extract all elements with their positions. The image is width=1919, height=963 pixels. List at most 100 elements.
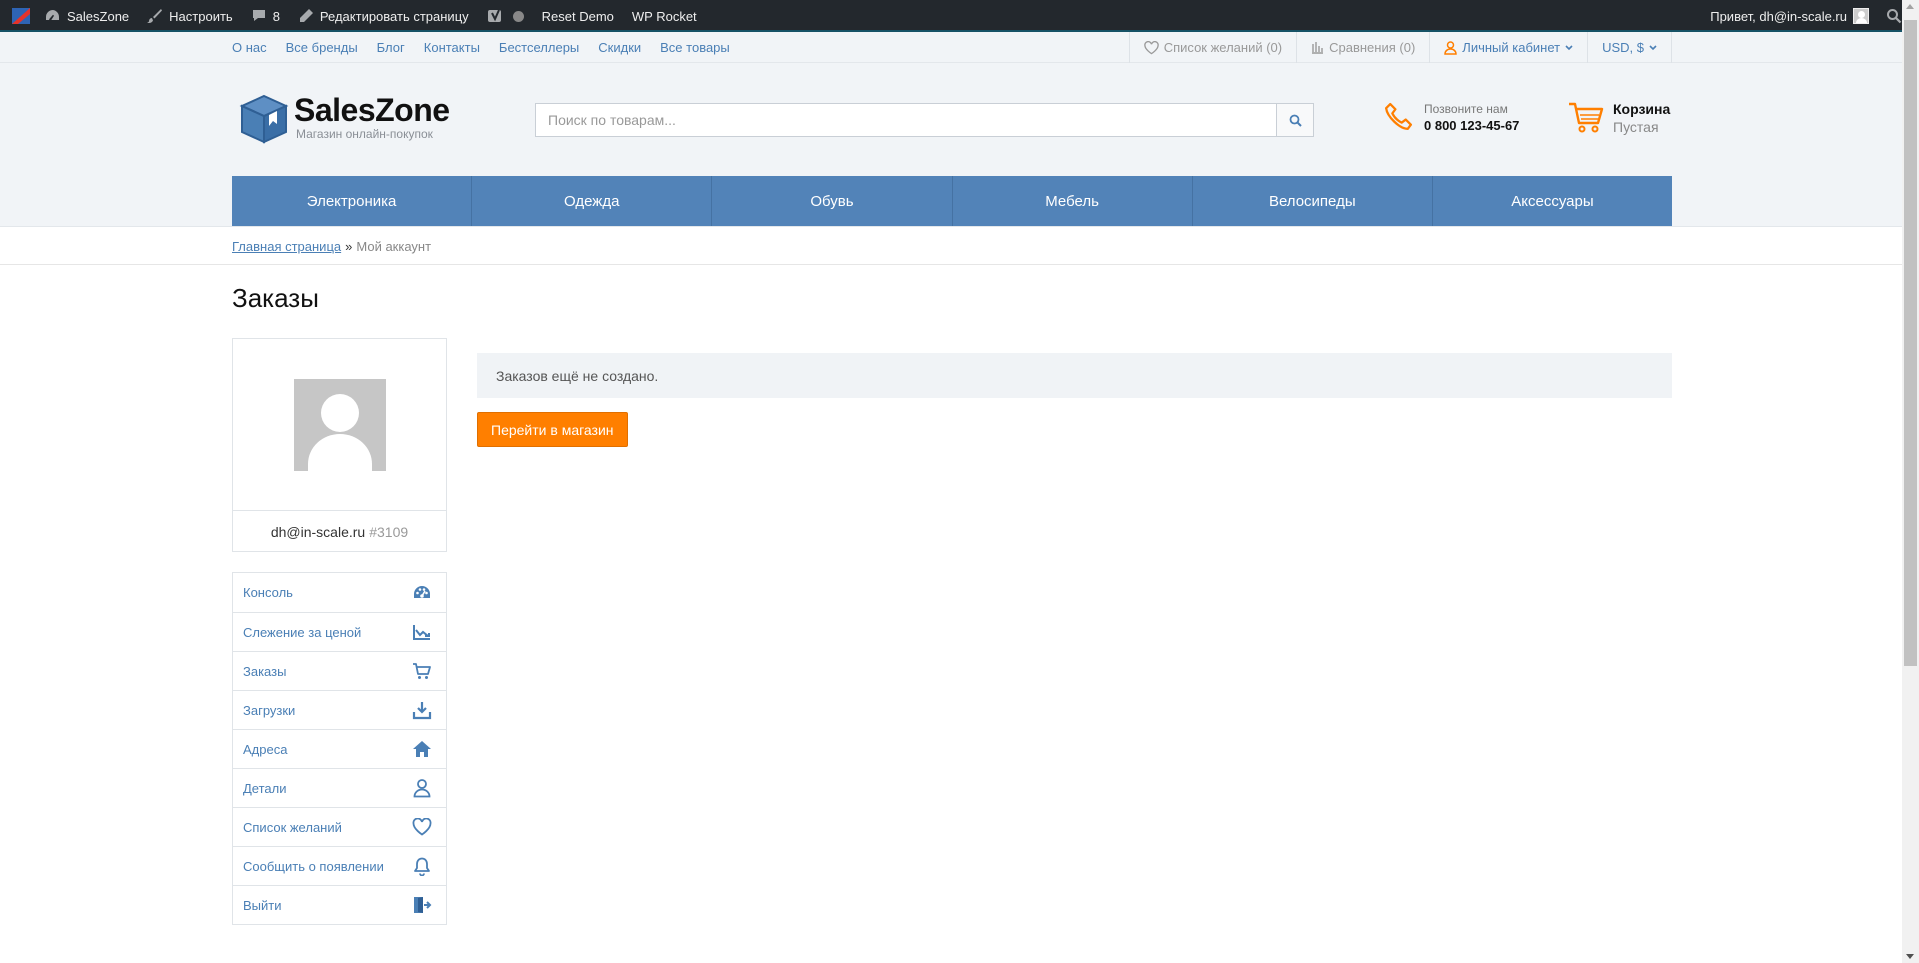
phone-block[interactable]: Позвоните нам 0 800 123-45-67 xyxy=(1382,101,1519,134)
category-electronics[interactable]: Электроника xyxy=(232,176,471,226)
menu-item-label: Детали xyxy=(243,780,287,796)
menu-item-label: Консоль xyxy=(243,585,293,600)
scrollbar-thumb[interactable] xyxy=(1904,20,1917,666)
menu-item-details[interactable]: Детали xyxy=(233,768,446,807)
search-input[interactable] xyxy=(535,103,1276,137)
menu-item-dashboard[interactable]: Консоль xyxy=(233,573,446,612)
admin-avatar-icon xyxy=(1853,8,1869,24)
wp-rocket-label: WP Rocket xyxy=(631,8,697,24)
menu-item-label: Список желаний xyxy=(243,819,342,835)
cart-block[interactable]: Корзина Пустая xyxy=(1568,101,1670,135)
customize-label: Настроить xyxy=(169,8,233,24)
no-orders-notice: Заказов ещё не создано. xyxy=(477,353,1672,398)
account-label: Личный кабинет xyxy=(1462,40,1561,55)
menu-item-label: Адреса xyxy=(243,741,288,757)
menu-item-label: Заказы xyxy=(243,663,287,679)
top-link-contacts[interactable]: Контакты xyxy=(424,40,480,55)
logout-icon xyxy=(414,897,432,913)
site-header: SalesZone Магазин онлайн-покупок Позвони… xyxy=(0,63,1919,227)
breadcrumb-current: Мой аккаунт xyxy=(356,238,432,254)
top-link-all-products[interactable]: Все товары xyxy=(660,40,730,55)
menu-item-wishlist[interactable]: Список желаний xyxy=(233,807,446,846)
scroll-up-arrow-icon[interactable] xyxy=(1906,4,1914,9)
currency-label: USD, $ xyxy=(1602,40,1644,55)
search-button[interactable] xyxy=(1276,103,1314,137)
top-link-about[interactable]: О нас xyxy=(232,40,267,55)
menu-item-orders[interactable]: Заказы xyxy=(233,651,446,690)
top-link-discounts[interactable]: Скидки xyxy=(598,40,641,55)
profile-info: dh@in-scale.ru #3109 xyxy=(233,510,446,552)
breadcrumb-separator: » xyxy=(345,238,353,254)
menu-item-downloads[interactable]: Загрузки xyxy=(233,690,446,729)
brush-icon xyxy=(147,9,163,23)
cart-title: Корзина xyxy=(1613,101,1671,117)
comments-link[interactable]: 8 xyxy=(242,0,289,32)
cart-icon xyxy=(413,663,431,679)
category-clothing[interactable]: Одежда xyxy=(471,176,711,226)
scrollbar[interactable] xyxy=(1902,0,1919,963)
profile-user-id: #3109 xyxy=(369,523,409,540)
wp-rocket-link[interactable]: WP Rocket xyxy=(623,0,706,32)
account-dropdown[interactable]: Личный кабинет xyxy=(1429,32,1587,63)
go-to-shop-button[interactable]: Перейти в магазин xyxy=(477,412,628,447)
cart-icon xyxy=(1569,102,1604,133)
compare-link[interactable]: Сравнения (0) xyxy=(1296,32,1429,63)
yoast-seo-link[interactable] xyxy=(478,0,533,32)
top-link-bestsellers[interactable]: Бестселлеры xyxy=(499,40,579,55)
search-form xyxy=(535,103,1314,137)
menu-item-addresses[interactable]: Адреса xyxy=(233,729,446,768)
pencil-icon xyxy=(299,9,313,22)
user-outline-icon xyxy=(1444,40,1458,55)
menu-item-price-tracking[interactable]: Слежение за ценой xyxy=(233,612,446,651)
wishlist-link[interactable]: Список желаний (0) xyxy=(1128,32,1296,63)
menu-item-label: Слежение за ценой xyxy=(243,624,362,640)
category-furniture[interactable]: Мебель xyxy=(951,176,1192,226)
customize-link[interactable]: Настроить xyxy=(138,0,242,32)
search-icon xyxy=(1289,114,1302,127)
site-name-link[interactable]: SalesZone xyxy=(36,0,138,32)
menu-item-logout[interactable]: Выйти xyxy=(233,885,446,924)
phone-label: Позвоните нам xyxy=(1424,102,1508,116)
top-link-blog[interactable]: Блог xyxy=(377,40,405,55)
comments-count: 8 xyxy=(272,8,280,24)
profile-email: dh@in-scale.ru xyxy=(270,523,366,540)
comment-icon xyxy=(252,10,265,21)
scroll-down-arrow-icon[interactable] xyxy=(1906,954,1914,959)
account-navigation: Консоль Слежение за ценой Заказы Загрузк… xyxy=(232,572,447,925)
top-links-bar: О нас Все бренды Блог Контакты Бестселле… xyxy=(0,32,1919,63)
bar-chart-icon xyxy=(1312,42,1324,54)
page-title: Заказы xyxy=(232,283,319,313)
breadcrumb-home-link[interactable]: Главная страница xyxy=(232,239,341,254)
phone-number: 0 800 123-45-67 xyxy=(1424,118,1520,133)
my-account-link[interactable]: Привет, dh@in-scale.ru xyxy=(1701,0,1878,32)
menu-item-label: Загрузки xyxy=(243,702,296,718)
breadcrumb: Главная страница » Мой аккаунт xyxy=(0,227,1919,265)
category-accessories[interactable]: Аксессуары xyxy=(1431,176,1672,226)
cart-status: Пустая xyxy=(1613,119,1659,135)
dashboard-icon xyxy=(46,10,60,20)
dashboard-icon xyxy=(414,585,430,598)
wishlist-label: Список желаний (0) xyxy=(1163,40,1283,55)
top-link-brands[interactable]: Все бренды xyxy=(286,40,358,55)
wordpress-logo-icon[interactable] xyxy=(6,0,36,32)
category-bicycles[interactable]: Велосипеды xyxy=(1191,176,1432,226)
logo-tagline: Магазин онлайн-покупок xyxy=(296,127,433,141)
box-logo-icon xyxy=(239,94,289,144)
site-name: SalesZone xyxy=(67,8,130,24)
bell-icon xyxy=(414,857,430,876)
currency-dropdown[interactable]: USD, $ xyxy=(1587,32,1672,63)
category-nav: Электроника Одежда Обувь Мебель Велосипе… xyxy=(232,176,1672,226)
site-logo[interactable]: SalesZone Магазин онлайн-покупок xyxy=(238,93,450,145)
menu-item-label: Сообщить о появлении xyxy=(243,858,384,874)
admin-bar: SalesZone Настроить 8 Редактировать стра… xyxy=(0,0,1919,32)
avatar xyxy=(294,379,386,471)
compare-label: Сравнения (0) xyxy=(1329,40,1416,55)
menu-item-stock-alerts[interactable]: Сообщить о появлении xyxy=(233,846,446,885)
seo-status-dot-icon xyxy=(512,10,524,22)
menu-item-label: Выйти xyxy=(243,897,282,913)
chevron-down-icon xyxy=(1565,44,1573,50)
category-shoes[interactable]: Обувь xyxy=(711,176,951,226)
edit-page-link[interactable]: Редактировать страницу xyxy=(289,0,478,32)
download-icon xyxy=(412,702,432,720)
reset-demo-link[interactable]: Reset Demo xyxy=(533,0,623,32)
